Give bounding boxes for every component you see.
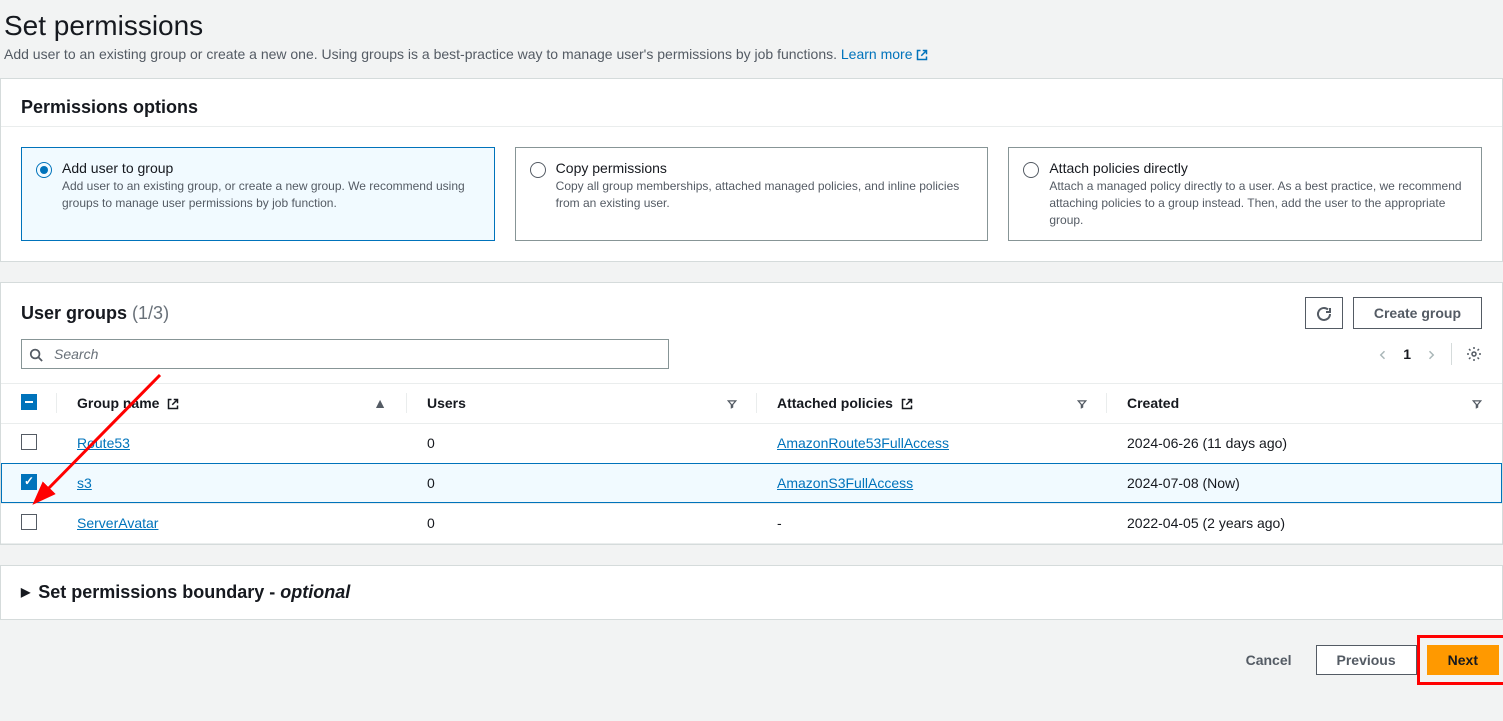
page-header: Set permissions Add user to an existing … (0, 0, 1503, 78)
row-checkbox[interactable] (21, 514, 37, 530)
permissions-options-title: Permissions options (21, 97, 1482, 118)
sort-asc-icon: ▲ (373, 395, 387, 411)
next-button[interactable]: Next (1427, 645, 1499, 675)
col-users[interactable]: Users (407, 384, 757, 424)
group-name-link[interactable]: ServerAvatar (77, 515, 158, 531)
option-title: Copy permissions (556, 160, 974, 176)
select-all-checkbox[interactable] (21, 394, 37, 410)
group-name-link[interactable]: s3 (77, 475, 92, 491)
search-icon (29, 346, 43, 362)
radio-icon (1023, 162, 1039, 178)
radio-icon (530, 162, 546, 178)
page-title: Set permissions (4, 10, 1499, 42)
previous-button[interactable]: Previous (1316, 645, 1417, 675)
paginator: 1 (1377, 343, 1482, 365)
option-title: Attach policies directly (1049, 160, 1467, 176)
option-desc: Copy all group memberships, attached man… (556, 178, 974, 212)
col-attached-policies[interactable]: Attached policies (757, 384, 1107, 424)
created-cell: 2024-06-26 (11 days ago) (1107, 423, 1502, 463)
col-group-name[interactable]: Group name ▲ (57, 384, 407, 424)
option-title: Add user to group (62, 160, 480, 176)
table-row: ServerAvatar 0 - 2022-04-05 (2 years ago… (1, 503, 1502, 543)
permissions-options-panel: Permissions options Add user to group Ad… (0, 78, 1503, 262)
row-checkbox[interactable] (21, 434, 37, 450)
row-checkbox[interactable] (21, 474, 37, 490)
filter-icon (727, 395, 737, 411)
footer-buttons: Cancel Previous Next (0, 640, 1503, 686)
gear-icon (1466, 346, 1482, 362)
permission-option-2[interactable]: Attach policies directly Attach a manage… (1008, 147, 1482, 241)
group-name-link[interactable]: Route53 (77, 435, 130, 451)
filter-icon (1472, 395, 1482, 411)
filter-icon (1077, 395, 1087, 411)
users-cell: 0 (407, 463, 757, 503)
user-groups-table: Group name ▲ Users Attached policies (1, 384, 1502, 544)
caret-right-icon: ▶ (21, 585, 30, 599)
external-link-icon (167, 398, 179, 410)
page-subtitle: Add user to an existing group or create … (4, 46, 1499, 62)
refresh-button[interactable] (1305, 297, 1343, 328)
settings-button[interactable] (1466, 345, 1482, 362)
col-created[interactable]: Created (1107, 384, 1502, 424)
cancel-button[interactable]: Cancel (1232, 644, 1306, 676)
permission-option-1[interactable]: Copy permissions Copy all group membersh… (515, 147, 989, 241)
table-row: s3 0 AmazonS3FullAccess 2024-07-08 (Now) (1, 463, 1502, 503)
created-cell: 2022-04-05 (2 years ago) (1107, 503, 1502, 543)
search-input[interactable] (21, 339, 669, 369)
user-groups-panel: User groups (1/3) Create group (0, 282, 1503, 544)
users-cell: 0 (407, 503, 757, 543)
option-desc: Add user to an existing group, or create… (62, 178, 480, 212)
learn-more-link[interactable]: Learn more (841, 46, 928, 62)
policy-link[interactable]: AmazonS3FullAccess (777, 475, 913, 491)
option-desc: Attach a managed policy directly to a us… (1049, 178, 1467, 228)
user-groups-title: User groups (1/3) (21, 303, 169, 324)
table-row: Route53 0 AmazonRoute53FullAccess 2024-0… (1, 423, 1502, 463)
next-page-button[interactable] (1425, 346, 1437, 362)
policy-text: - (777, 515, 782, 531)
page-number: 1 (1403, 346, 1411, 362)
permission-option-0[interactable]: Add user to group Add user to an existin… (21, 147, 495, 241)
radio-icon (36, 162, 52, 178)
external-link-icon (916, 49, 928, 61)
users-cell: 0 (407, 423, 757, 463)
policy-link[interactable]: AmazonRoute53FullAccess (777, 435, 949, 451)
prev-page-button[interactable] (1377, 346, 1389, 362)
create-group-button[interactable]: Create group (1353, 297, 1482, 328)
refresh-icon (1316, 306, 1332, 322)
created-cell: 2024-07-08 (Now) (1107, 463, 1502, 503)
permissions-boundary-panel[interactable]: ▶ Set permissions boundary - optional (0, 565, 1503, 620)
external-link-icon (901, 398, 913, 410)
